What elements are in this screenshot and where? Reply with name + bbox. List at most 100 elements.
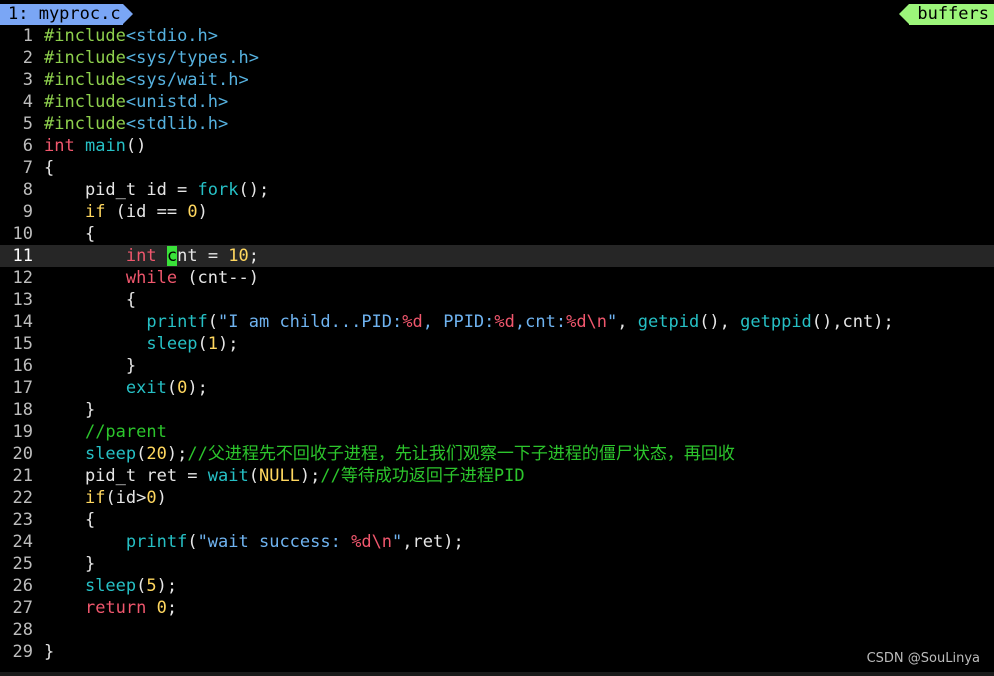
code-line[interactable]: 9 if (id == 0) [0, 201, 994, 223]
code-line[interactable]: 21 pid_t ret = wait(NULL);//等待成功返回子进程PID [0, 465, 994, 487]
code-token: pid_t id = [44, 180, 198, 200]
code-token: ) [197, 202, 208, 222]
code-token: ( [136, 576, 147, 596]
code-token: ) [156, 488, 167, 508]
code-token: sleep [84, 444, 137, 464]
code-token: ; [248, 246, 260, 266]
line-number: 17 [12, 378, 33, 398]
line-number: 9 [22, 202, 33, 222]
code-token: { [44, 224, 96, 244]
code-line[interactable]: 20 sleep(20);//父进程先不回收子进程，先让我们观察一下子进程的僵尸… [0, 443, 994, 465]
code-token: 20 [146, 444, 167, 464]
code-line[interactable]: 27 return 0; [0, 597, 994, 619]
code-token: printf [125, 532, 188, 552]
line-number: 4 [22, 92, 33, 112]
code-token: <unistd.h> [125, 92, 229, 112]
code-line[interactable]: 5 #include<stdlib.h> [0, 113, 994, 135]
line-number: 20 [12, 444, 33, 464]
code-line[interactable]: 15 sleep(1); [0, 333, 994, 355]
code-token: #include [44, 70, 126, 90]
code-line[interactable]: 10 { [0, 223, 994, 245]
line-number: 7 [22, 158, 33, 178]
code-token: ( [207, 312, 219, 332]
code-token: getpid [637, 312, 700, 332]
code-token: ); [187, 378, 208, 398]
tab-arrow-icon [123, 4, 133, 24]
code-line[interactable]: 22 if(id>0) [0, 487, 994, 509]
code-line[interactable]: 13 { [0, 289, 994, 311]
line-number: 8 [22, 180, 33, 200]
code-token: 5 [146, 576, 157, 596]
code-editor[interactable]: 1 #include<stdio.h> 2 #include<sys/types.h>… [0, 25, 994, 663]
code-line[interactable]: 16 } [0, 355, 994, 377]
code-token: sleep [146, 334, 198, 354]
code-token: 0 [187, 202, 198, 222]
watermark: CSDN @SouLinya [866, 651, 980, 666]
code-line[interactable]: 8 pid_t id = fork(); [0, 179, 994, 201]
code-token: int [44, 136, 75, 156]
code-token: } [44, 554, 96, 574]
code-token: return [84, 598, 147, 618]
code-token: <stdlib.h> [125, 114, 229, 134]
tab-myproc-c[interactable]: 1: myproc.c [0, 4, 123, 25]
code-token: ); [156, 576, 178, 596]
code-token: <sys/wait.h> [125, 70, 249, 90]
line-number: 5 [22, 114, 33, 134]
line-number: 22 [12, 488, 33, 508]
code-line[interactable]: 19 //parent [0, 421, 994, 443]
code-line[interactable]: 12 while (cnt--) [0, 267, 994, 289]
code-line[interactable]: 6 int main() [0, 135, 994, 157]
code-token: (),cnt); [811, 312, 894, 332]
code-line[interactable]: 11 int cnt = 10; [0, 245, 994, 267]
code-token: } [44, 356, 137, 376]
line-number: 13 [12, 290, 33, 310]
line-number: 18 [12, 400, 33, 420]
code-token: { [44, 290, 137, 310]
code-line[interactable]: 23 { [0, 509, 994, 531]
line-number: 3 [22, 70, 33, 90]
code-token: <stdio.h> [125, 26, 219, 46]
line-number: 2 [22, 48, 33, 68]
code-token: getppid [740, 312, 812, 332]
code-token: #include [44, 48, 126, 68]
code-token: NULL [258, 466, 300, 486]
code-line[interactable]: 4 #include<unistd.h> [0, 91, 994, 113]
code-token: "I am child...PID: [218, 312, 403, 332]
code-line[interactable]: 17 exit(0); [0, 377, 994, 399]
code-line[interactable]: 3 #include<sys/wait.h> [0, 69, 994, 91]
code-token: exit [125, 378, 167, 398]
code-line[interactable]: 1 #include<stdio.h> [0, 25, 994, 47]
line-number: 24 [12, 532, 33, 552]
code-line[interactable]: 26 sleep(5); [0, 575, 994, 597]
code-line[interactable]: 24 printf("wait success: %d\n",ret); [0, 531, 994, 553]
code-line[interactable]: 14 printf("I am child...PID:%d, PPID:%d,… [0, 311, 994, 333]
code-line[interactable]: 28 [0, 619, 994, 641]
code-token: ( [187, 532, 198, 552]
code-line[interactable]: 25 } [0, 553, 994, 575]
code-token: nt = [177, 246, 229, 266]
line-number: 23 [12, 510, 33, 530]
line-number: 11 [12, 246, 33, 266]
code-token: 0 [146, 488, 157, 508]
code-token: ,ret); [402, 532, 464, 552]
code-line[interactable]: 2 #include<sys/types.h> [0, 47, 994, 69]
code-line[interactable]: 29} [0, 641, 994, 663]
code-line[interactable]: 7{ [0, 157, 994, 179]
line-number: 10 [12, 224, 33, 244]
code-token: wait [207, 466, 249, 486]
line-number: 14 [12, 312, 33, 332]
code-token: if [84, 202, 106, 222]
code-token: sleep [84, 576, 137, 596]
code-token: ( [248, 466, 259, 486]
code-line[interactable]: 18 } [0, 399, 994, 421]
line-number: 16 [12, 356, 33, 376]
code-token: ); [218, 334, 239, 354]
